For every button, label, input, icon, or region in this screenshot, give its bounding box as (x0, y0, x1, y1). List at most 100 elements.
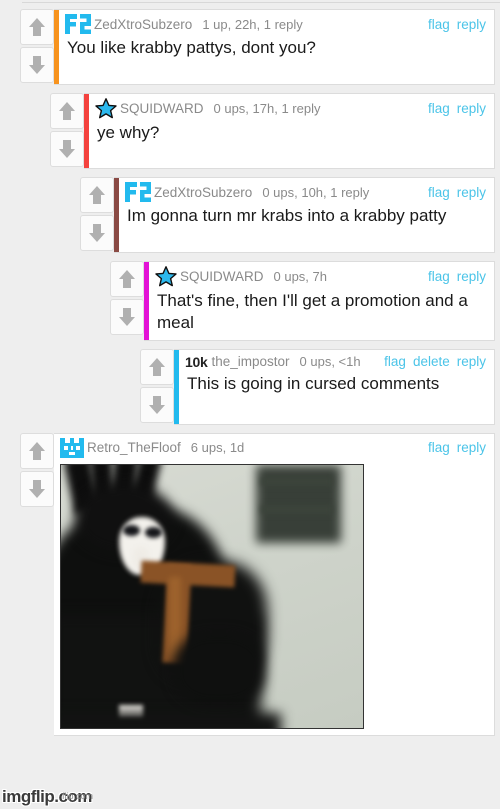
comment-text: ye why? (97, 123, 160, 142)
comment-meta: 10k the_impostor 0 ups, <1h flag delete reply (179, 350, 494, 372)
upvote-button[interactable] (20, 9, 54, 45)
comment-meta: ZedXtroSubzero 0 ups, 10h, 1 reply flag rep… (119, 178, 494, 204)
comment-c3: ZedXtroSubzero 0 ups, 10h, 1 reply flag rep… (80, 177, 495, 253)
comment-body: ZedXtroSubzero 0 ups, 10h, 1 reply flag rep… (119, 178, 494, 252)
vote-column (80, 177, 114, 253)
arrow-up-icon (146, 356, 168, 378)
comment-c4: SQUIDWARD 0 ups, 7h flag reply That's fine, … (110, 261, 495, 341)
upvote-button[interactable] (110, 261, 144, 297)
photo-shape (169, 576, 181, 657)
arrow-up-icon (26, 440, 48, 462)
upvote-button[interactable] (140, 348, 174, 385)
comment-meta: SQUIDWARD 0 ups, 17h, 1 reply flag reply (89, 94, 494, 121)
comment-card: SQUIDWARD 0 ups, 17h, 1 reply flag reply ye … (84, 93, 495, 169)
comment-actions: flag delete reply (374, 354, 486, 369)
comment-text: You like krabby pattys, dont you? (67, 38, 316, 57)
star-avatar-icon[interactable] (95, 98, 117, 119)
comment-c1: ZedXtroSubzero 1 up, 22h, 1 reply flag repl… (20, 9, 495, 85)
comment-text: That's fine, then I'll get a promotion a… (157, 291, 468, 332)
comment-stats: 0 ups, <1h (299, 354, 361, 369)
comment-thread: ZedXtroSubzero 1 up, 22h, 1 reply flag repl… (0, 9, 500, 744)
comment-stats: 6 ups, 1d (190, 440, 245, 455)
vote-column (140, 348, 174, 425)
comment-card: Retro_TheFloof 6 ups, 1d flag reply (54, 432, 495, 736)
arrow-down-icon (116, 306, 138, 328)
delete-link[interactable]: delete (413, 354, 450, 369)
flag-link[interactable]: flag (428, 440, 450, 455)
comment-body: Retro_TheFloof 6 ups, 1d flag reply (54, 434, 494, 735)
comment-body: SQUIDWARD 0 ups, 17h, 1 reply flag reply ye … (89, 94, 494, 168)
comment-c6: Retro_TheFloof 6 ups, 1d flag reply (20, 432, 495, 736)
comment-stats: 0 ups, 10h, 1 reply (262, 184, 370, 200)
reply-link[interactable]: reply (457, 185, 486, 200)
comment-text: Im gonna turn mr krabs into a krabby pat… (127, 206, 447, 225)
top-divider (22, 2, 500, 3)
comment-image-wrapper (54, 460, 494, 735)
flag-link[interactable]: flag (428, 101, 450, 116)
arrow-up-icon (116, 268, 138, 290)
comment-text: This is going in cursed comments (187, 373, 440, 393)
downvote-button[interactable] (20, 470, 54, 507)
comment-actions: flag reply (418, 17, 486, 32)
comment-meta: Retro_TheFloof 6 ups, 1d flag reply (54, 434, 494, 460)
comment-username[interactable]: SQUIDWARD (120, 101, 204, 116)
f2-logo-avatar-icon[interactable] (125, 182, 151, 202)
downvote-button[interactable] (140, 386, 174, 423)
user-points-badge: 10k (185, 353, 208, 370)
photo-shape (173, 632, 265, 705)
pixel-cat-avatar-icon[interactable] (60, 437, 84, 458)
comment-stats: 1 up, 22h, 1 reply (202, 16, 303, 32)
flag-link[interactable]: flag (384, 354, 406, 369)
comment-stats: 0 ups, 7h (273, 269, 328, 284)
vote-column (20, 9, 54, 85)
arrow-down-icon (86, 222, 108, 244)
reply-link[interactable]: reply (457, 17, 486, 32)
comment-card: ZedXtroSubzero 1 up, 22h, 1 reply flag repl… (54, 9, 495, 85)
flag-link[interactable]: flag (428, 17, 450, 32)
vote-column (20, 432, 54, 736)
downvote-button[interactable] (110, 299, 144, 335)
comment-username[interactable]: ZedXtroSubzero (154, 185, 252, 200)
upvote-button[interactable] (20, 432, 54, 469)
upvote-button[interactable] (80, 177, 114, 213)
vote-column (110, 261, 144, 341)
downvote-button[interactable] (50, 131, 84, 167)
upvote-button[interactable] (50, 93, 84, 129)
comment-username[interactable]: ZedXtroSubzero (94, 17, 192, 32)
comment-meta: ZedXtroSubzero 1 up, 22h, 1 reply flag repl… (59, 10, 494, 36)
arrow-up-icon (56, 100, 78, 122)
comment-username[interactable]: Retro_TheFloof (87, 440, 181, 455)
comment-username[interactable]: SQUIDWARD (180, 269, 264, 284)
comment-c2: SQUIDWARD 0 ups, 17h, 1 reply flag reply ye … (50, 93, 495, 169)
arrow-down-icon (146, 394, 168, 416)
comment-meta: SQUIDWARD 0 ups, 7h flag reply (149, 262, 494, 289)
comment-c5: 10k the_impostor 0 ups, <1h flag delete reply… (140, 348, 495, 425)
reply-link[interactable]: reply (457, 354, 486, 369)
flag-link[interactable]: flag (428, 269, 450, 284)
arrow-up-icon (86, 184, 108, 206)
photo-shape (261, 504, 333, 514)
reply-link[interactable]: reply (457, 269, 486, 284)
comment-actions: flag reply (418, 440, 486, 455)
photo-shape (140, 560, 236, 587)
comment-actions: flag reply (418, 101, 486, 116)
comment-card: 10k the_impostor 0 ups, <1h flag delete reply… (174, 348, 495, 425)
photo-shape (145, 526, 162, 538)
comment-actions: flag reply (418, 185, 486, 200)
reply-link[interactable]: reply (457, 440, 486, 455)
comment-card: SQUIDWARD 0 ups, 7h flag reply That's fine, … (144, 261, 495, 341)
comment-body: 10k the_impostor 0 ups, <1h flag delete reply… (179, 350, 494, 424)
comment-card: ZedXtroSubzero 0 ups, 10h, 1 reply flag rep… (114, 177, 495, 253)
imgflip-watermark-secondary: flip.com (62, 791, 94, 801)
arrow-down-icon (26, 54, 48, 76)
f2-logo-avatar-icon[interactable] (65, 14, 91, 34)
comment-username[interactable]: the_impostor (211, 354, 289, 369)
downvote-button[interactable] (80, 215, 114, 251)
reply-link[interactable]: reply (457, 101, 486, 116)
vote-column (50, 93, 84, 169)
comment-image[interactable] (60, 463, 364, 729)
downvote-button[interactable] (20, 47, 54, 83)
star-avatar-icon[interactable] (155, 266, 177, 287)
comment-body: SQUIDWARD 0 ups, 7h flag reply That's fine, … (149, 262, 494, 340)
flag-link[interactable]: flag (428, 185, 450, 200)
